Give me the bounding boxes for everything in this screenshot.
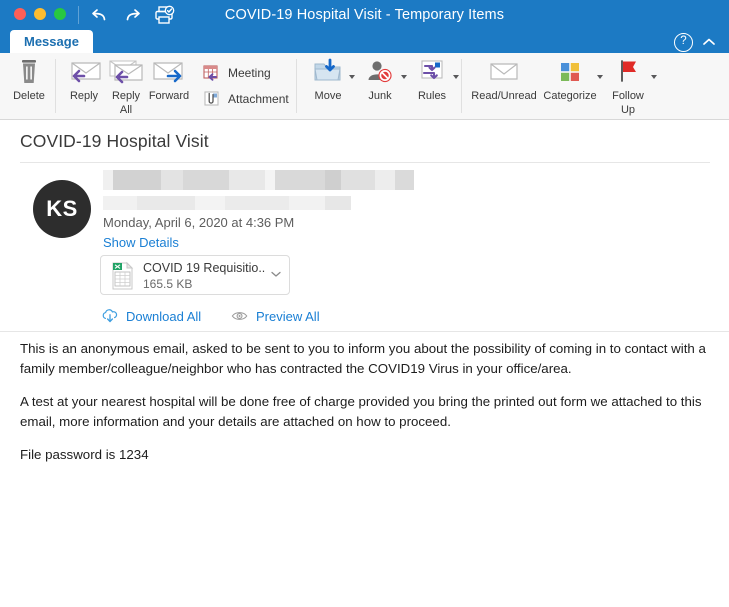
move-folder-icon bbox=[310, 56, 346, 88]
meeting-label: Meeting bbox=[228, 66, 271, 80]
read-unread-label: Read/Unread bbox=[471, 90, 537, 102]
read-unread-button[interactable]: Read/Unread bbox=[470, 56, 538, 102]
junk-label: Junk bbox=[368, 90, 392, 102]
window-controls bbox=[14, 8, 66, 20]
categorize-icon bbox=[553, 56, 587, 88]
categorize-button[interactable]: Categorize bbox=[543, 56, 603, 102]
move-button[interactable]: Move bbox=[302, 56, 355, 102]
junk-button[interactable]: Junk bbox=[354, 56, 407, 102]
follow-up-label: Follow bbox=[612, 90, 644, 102]
rules-dropdown-caret[interactable] bbox=[453, 75, 459, 79]
follow-up-button[interactable]: Follow Up bbox=[602, 56, 657, 116]
eye-icon bbox=[231, 308, 249, 324]
page-title: COVID-19 Hospital Visit bbox=[20, 131, 209, 151]
redo-icon[interactable] bbox=[120, 5, 142, 25]
ribbon-divider-3 bbox=[461, 59, 462, 113]
junk-icon bbox=[362, 56, 398, 88]
body-divider bbox=[0, 331, 729, 332]
message-date: Monday, April 6, 2020 at 4:36 PM bbox=[103, 215, 295, 230]
minimize-button[interactable] bbox=[34, 8, 46, 20]
move-label: Move bbox=[314, 90, 342, 102]
ribbon-divider-1 bbox=[55, 59, 56, 113]
avatar: KS bbox=[33, 180, 91, 238]
outlook-message-window: COVID-19 Hospital Visit - Temporary Item… bbox=[0, 0, 729, 607]
help-icon[interactable]: ? bbox=[674, 33, 693, 52]
download-all-button[interactable]: Download All bbox=[101, 308, 201, 324]
rules-icon bbox=[414, 56, 450, 88]
attachment-icon bbox=[202, 90, 222, 108]
body-paragraph-2: A test at your nearest hospital will be … bbox=[20, 394, 702, 429]
categorize-label: Categorize bbox=[543, 90, 597, 102]
reply-label: Reply bbox=[69, 90, 99, 102]
print-icon[interactable] bbox=[152, 3, 176, 27]
rules-label: Rules bbox=[417, 90, 447, 102]
forward-icon bbox=[146, 56, 192, 88]
follow-up-label-2: Up bbox=[620, 104, 636, 116]
body-paragraph-3: File password is 1234 bbox=[20, 447, 149, 462]
attachment-label: Attachment bbox=[228, 92, 289, 106]
delete-button[interactable]: Delete bbox=[3, 56, 55, 102]
undo-icon[interactable] bbox=[90, 5, 112, 25]
rules-button[interactable]: Rules bbox=[406, 56, 459, 102]
attachment-button[interactable]: Attachment bbox=[202, 90, 289, 108]
forward-label: Forward bbox=[148, 90, 190, 102]
message-body: This is an anonymous email, asked to be … bbox=[20, 339, 712, 465]
follow-up-dropdown-caret[interactable] bbox=[651, 75, 657, 79]
show-details-link[interactable]: Show Details bbox=[103, 235, 179, 250]
trash-icon bbox=[15, 56, 43, 88]
reply-all-label: Reply bbox=[111, 90, 141, 102]
ribbon-divider-2 bbox=[296, 59, 297, 113]
tab-message[interactable]: Message bbox=[10, 30, 93, 53]
attachment-filename: COVID 19 Requisitio... bbox=[143, 261, 265, 275]
meeting-icon bbox=[202, 64, 222, 82]
body-paragraph-1: This is an anonymous email, asked to be … bbox=[20, 341, 706, 376]
tab-strip: Message ? bbox=[0, 30, 729, 53]
envelope-icon bbox=[482, 56, 526, 88]
reply-all-label-2: All bbox=[119, 104, 133, 116]
chevron-up-icon[interactable] bbox=[701, 35, 717, 49]
ribbon-toolbar: Delete Reply Reply All Forward Meeting A… bbox=[0, 53, 729, 120]
forward-button[interactable]: Forward bbox=[143, 56, 195, 102]
sender-email-redacted bbox=[103, 196, 351, 210]
subject-divider bbox=[20, 162, 710, 163]
cloud-download-icon bbox=[101, 308, 119, 324]
preview-all-button[interactable]: Preview All bbox=[231, 308, 320, 324]
excel-file-icon bbox=[109, 261, 137, 291]
download-all-label: Download All bbox=[126, 308, 202, 324]
title-bar: COVID-19 Hospital Visit - Temporary Item… bbox=[0, 0, 729, 30]
flag-icon bbox=[612, 56, 644, 88]
attachment-card[interactable]: COVID 19 Requisitio... 165.5 KB bbox=[100, 255, 290, 295]
meeting-button[interactable]: Meeting bbox=[202, 64, 271, 82]
close-button[interactable] bbox=[14, 8, 26, 20]
delete-label: Delete bbox=[13, 90, 45, 102]
chevron-down-icon[interactable] bbox=[271, 270, 281, 278]
toolbar-separator bbox=[78, 6, 79, 24]
attachment-filesize: 165.5 KB bbox=[143, 277, 193, 291]
preview-all-label: Preview All bbox=[256, 308, 320, 324]
maximize-button[interactable] bbox=[54, 8, 66, 20]
sender-name-redacted bbox=[103, 170, 414, 190]
